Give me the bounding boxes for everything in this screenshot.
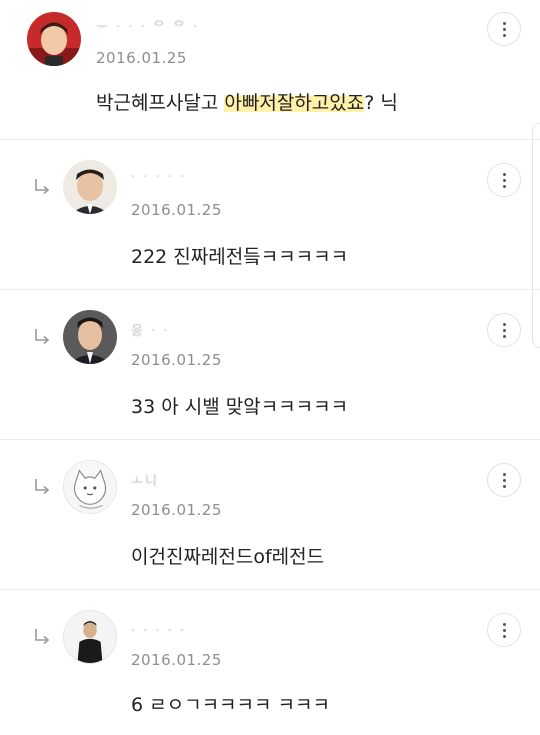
comment-text: 6 ㄹㅇㄱㅋㅋㅋㅋ ㅋㅋㅋ — [131, 694, 330, 716]
comment-date: 2016.01.25 — [131, 201, 222, 219]
comment-text: 222 진짜레전듴ㅋㅋㅋㅋㅋ — [131, 246, 349, 268]
username[interactable]: ᅮ · · · ᄋ ᄋ · — [96, 16, 199, 35]
username[interactable]: ㅗ니 — [131, 470, 159, 489]
comment-date: 2016.01.25 — [96, 49, 187, 67]
comment-date: 2016.01.25 — [131, 501, 222, 519]
reply-arrow-icon — [35, 179, 50, 195]
comment-date: 2016.01.25 — [131, 651, 222, 669]
more-options-button[interactable] — [487, 313, 521, 347]
more-vertical-icon — [502, 21, 506, 25]
comment-text: 33 아 시밸 맞앜ㅋㅋㅋㅋㅋ — [131, 396, 349, 418]
more-vertical-icon — [502, 172, 506, 176]
reply-arrow-icon — [35, 629, 50, 645]
avatar[interactable] — [63, 610, 117, 664]
more-options-button[interactable] — [487, 12, 521, 46]
more-options-button[interactable] — [487, 613, 521, 647]
username[interactable]: · · · · · ᅟᅟᅟ — [131, 620, 228, 639]
more-vertical-icon — [502, 322, 506, 326]
more-vertical-icon — [502, 622, 506, 626]
reply-item: · · · · · 2016.01.25 222 진짜레전듴ㅋㅋㅋㅋㅋ — [0, 140, 540, 290]
avatar[interactable] — [63, 160, 117, 214]
comment-date: 2016.01.25 — [131, 351, 222, 369]
comment-text-highlight: 아빠저잘하고있죠 — [224, 92, 365, 114]
more-options-button[interactable] — [487, 163, 521, 197]
avatar[interactable] — [63, 310, 117, 364]
avatar[interactable] — [27, 12, 81, 66]
reply-item: 응 · · 2016.01.25 33 아 시밸 맞앜ㅋㅋㅋㅋㅋ — [0, 290, 540, 440]
username[interactable]: 응 · · — [131, 320, 170, 339]
reply-arrow-icon — [35, 329, 50, 345]
reply-arrow-icon — [35, 479, 50, 495]
comment-item: ᅮ · · · ᄋ ᄋ · 2016.01.25 박근혜프사달고 아빠저잘하고있… — [0, 0, 540, 140]
reply-item: ㅗ니 2016.01.25 이건진짜레전드of레전드 — [0, 440, 540, 590]
avatar[interactable] — [63, 460, 117, 514]
comment-text-before: 박근혜프사달고 — [96, 92, 225, 114]
username[interactable]: · · · · · — [131, 170, 186, 185]
comment-text: 이건진짜레전드of레전드 — [131, 546, 325, 568]
more-vertical-icon — [502, 472, 506, 476]
comment-text: 박근혜프사달고 아빠저잘하고있죠? 닉 — [96, 88, 398, 115]
reply-item: · · · · · ᅟᅟᅟ 2016.01.25 6 ㄹㅇㄱㅋㅋㅋㅋ ㅋㅋㅋ — [0, 590, 540, 735]
comment-text-after: ? 닉 — [364, 92, 398, 114]
more-options-button[interactable] — [487, 463, 521, 497]
